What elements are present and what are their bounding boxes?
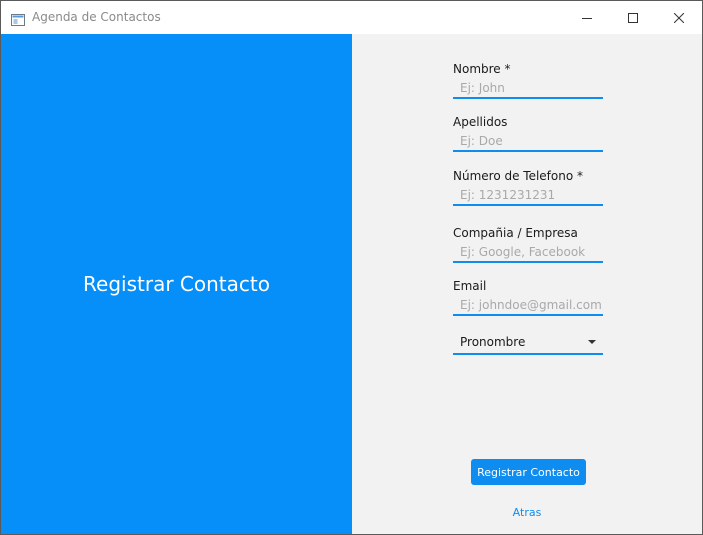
- email-field: Email: [453, 279, 603, 316]
- app-window: Agenda de Contactos Registrar Contacto N…: [0, 0, 703, 535]
- first-name-input[interactable]: [453, 79, 603, 99]
- chevron-down-icon: [588, 340, 596, 344]
- last-name-label: Apellidos: [453, 115, 508, 129]
- maximize-icon: [628, 8, 638, 27]
- close-button[interactable]: [656, 1, 702, 34]
- window-title: Agenda de Contactos: [32, 10, 161, 24]
- title-bar[interactable]: Agenda de Contactos: [1, 1, 702, 34]
- register-contact-button[interactable]: Registrar Contacto: [471, 459, 586, 485]
- maximize-button[interactable]: [610, 1, 656, 34]
- first-name-field: Nombre *: [453, 62, 603, 99]
- last-name-input[interactable]: [453, 132, 603, 152]
- close-icon: [673, 8, 685, 27]
- last-name-field: Apellidos: [453, 115, 603, 152]
- email-input[interactable]: [453, 296, 603, 316]
- company-field: Compañia / Empresa: [453, 226, 603, 263]
- app-window-icon: [11, 11, 25, 26]
- minimize-button[interactable]: [564, 1, 610, 34]
- email-label: Email: [453, 279, 487, 293]
- first-name-label: Nombre *: [453, 62, 511, 76]
- back-link[interactable]: Atras: [352, 506, 702, 519]
- pronoun-select-value: Pronombre: [460, 335, 526, 349]
- phone-field: Número de Telefono *: [453, 169, 603, 206]
- company-label: Compañia / Empresa: [453, 226, 578, 240]
- left-banner-panel: Registrar Contacto: [1, 34, 352, 534]
- banner-title: Registrar Contacto: [83, 272, 270, 296]
- contact-form-panel: Nombre * Apellidos Número de Telefono * …: [352, 34, 702, 534]
- minimize-icon: [582, 8, 592, 27]
- phone-input[interactable]: [453, 186, 603, 206]
- company-input[interactable]: [453, 243, 603, 263]
- phone-label: Número de Telefono *: [453, 169, 584, 183]
- pronoun-select[interactable]: Pronombre: [453, 331, 603, 355]
